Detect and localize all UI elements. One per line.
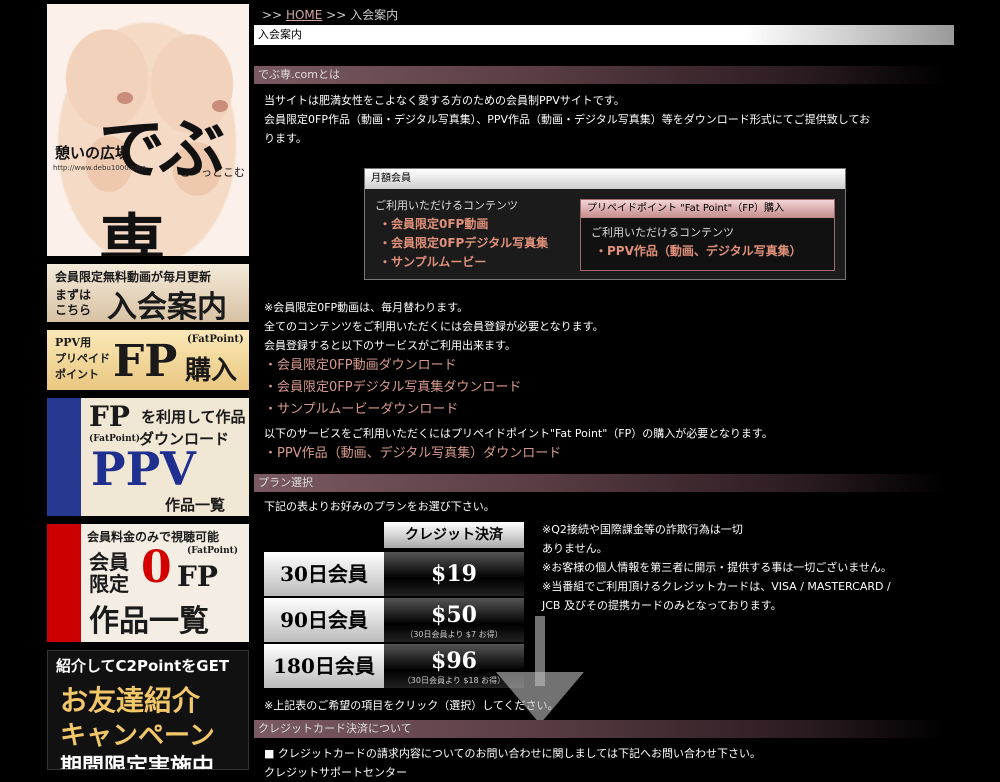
- down-arrow-icon: [496, 672, 584, 724]
- breadcrumb: >> HOME >> 入会案内: [262, 6, 398, 23]
- site-logo-banner[interactable]: でぶ専 憩いの広場 とーっとこむ http://www.debu1000.com: [47, 4, 249, 256]
- fp-contents-label: ご利用いただけるコンテンツ: [591, 226, 734, 239]
- breadcrumb-home-link[interactable]: HOME: [286, 8, 322, 22]
- monthly-box-title: 月額会員: [365, 169, 845, 189]
- friend-referral-banner[interactable]: 紹介してC2PointをGET お友達紹介 キャンペーン 期間限定実施中: [47, 650, 249, 770]
- banner-text: 0: [141, 542, 172, 593]
- plan-term-90: 90日会員: [264, 598, 384, 642]
- plan-savings-note: （30日会員より $7 お得）: [405, 630, 503, 639]
- click-note: ※上記表のご希望の項目をクリック（選択）してください。: [264, 699, 559, 712]
- service-link-photobook[interactable]: ・会員限定0FPデジタル写真集ダウンロード: [264, 377, 944, 399]
- monthly-item: ・サンプルムービー: [379, 255, 487, 269]
- service-link-sample[interactable]: ・サンプルムービーダウンロード: [264, 399, 944, 421]
- banner-text: こちら: [55, 303, 92, 317]
- plan-price: $19: [431, 561, 477, 587]
- logo-left-text: 憩いの広場: [55, 144, 131, 162]
- info-text: ※会員限定0FP動画は、毎月替わります。 全てのコンテンツをご利用いただくには会…: [264, 298, 944, 465]
- plan-term-180: 180日会員: [264, 644, 384, 688]
- banner-text: FP: [177, 560, 218, 593]
- breadcrumb-prefix: >>: [262, 8, 283, 22]
- banner-text: を利用して作品: [141, 408, 246, 426]
- plan-note-line: JCB 及びその提携カードのみとなっております。: [542, 599, 782, 612]
- about-line: 会員限定0FP作品（動画・デジタル写真集）、PPV作品（動画・デジタル写真集）等…: [264, 113, 871, 126]
- service-link-ppv[interactable]: ・PPV作品（動画、デジタル写真集）ダウンロード: [264, 443, 944, 465]
- sidebar: でぶ専 憩いの広場 とーっとこむ http://www.debu1000.com…: [47, 4, 249, 770]
- service-link-video[interactable]: ・会員限定0FP動画ダウンロード: [264, 355, 944, 377]
- banner-text: 紹介してC2PointをGET: [56, 657, 230, 675]
- banner-text: (FatPoint): [187, 334, 244, 345]
- monthly-item: ・会員限定0FP動画: [379, 217, 489, 231]
- banner-text: 入会案内: [107, 290, 227, 322]
- credit-line: ■ クレジットカードの請求内容についてのお問い合わせに関しましては下記へお問い合…: [264, 747, 762, 760]
- about-text: 当サイトは肥満女性をこよなく愛する方のための会員制PPVサイトです。 会員限定0…: [264, 91, 944, 148]
- fp-box-title: プリペイドポイント "Fat Point"（FP）購入: [581, 200, 834, 218]
- monthly-item: ・会員限定0FPデジタル写真集: [379, 236, 549, 250]
- about-line: 当サイトは肥満女性をこよなく愛する方のための会員制PPVサイトです。: [264, 94, 625, 107]
- fp-item: ・PPV作品（動画、デジタル写真集）: [595, 244, 802, 258]
- about-line: ります。: [264, 132, 307, 145]
- plan-term-30: 30日会員: [264, 552, 384, 596]
- section-heading-plan: プラン選択: [254, 474, 944, 492]
- banner-text: キャンペーン: [60, 721, 215, 751]
- plan-price-30-button[interactable]: $19: [384, 552, 524, 596]
- banner-text: ポイント: [55, 368, 99, 381]
- credit-line: クレジットサポートセンター: [264, 766, 407, 779]
- banner-text: (FatPoint): [187, 546, 239, 556]
- plan-price: $50: [431, 602, 477, 628]
- banner-text: FP: [89, 400, 130, 433]
- logo-sub-text: とーっとこむ: [179, 166, 245, 179]
- section-heading-about: でぶ専.comとは: [254, 66, 944, 84]
- banner-text: PPV用: [55, 336, 92, 349]
- breadcrumb-current: 入会案内: [350, 8, 399, 22]
- info-line: 以下のサービスをご利用いただくにはプリペイドポイント"Fat Point"（FP…: [264, 427, 773, 440]
- page-title: 入会案内: [254, 25, 954, 45]
- banner-text: お友達紹介: [60, 684, 201, 717]
- monthly-contents-label: ご利用いただけるコンテンツ: [375, 199, 518, 212]
- monthly-member-box: 月額会員 ご利用いただけるコンテンツ ・会員限定0FP動画 ・会員限定0FPデジ…: [364, 168, 846, 280]
- plan-note-line: ※当番組でご利用頂けるクレジットカードは、VISA / MASTERCARD /: [542, 580, 891, 593]
- banner-text: PPV: [91, 442, 196, 496]
- plan-note-line: ※Q2接続や国際課金等の詐欺行為は一切: [542, 523, 743, 536]
- section-heading-credit: クレジットカード決済について: [254, 720, 944, 738]
- plan-column-header: クレジット決済: [384, 522, 524, 548]
- banner-text: 期間限定実施中: [60, 754, 215, 770]
- banner-text: 作品一覧: [89, 604, 209, 639]
- credit-text: ■ クレジットカードの請求内容についてのお問い合わせに関しましては下記へお問い合…: [264, 744, 944, 782]
- breadcrumb-separator: >>: [326, 8, 347, 22]
- info-line: ※会員限定0FP動画は、毎月替わります。: [264, 301, 469, 314]
- plan-table: クレジット決済 30日会員 $19 90日会員 $50 （30日会員より $7 …: [264, 522, 524, 688]
- fp-purchase-banner[interactable]: PPV用 プリペイド ポイント FP (FatPoint) 購入: [47, 330, 249, 390]
- banner-text: 購入: [185, 356, 238, 386]
- join-guide-banner[interactable]: 会員限定無料動画が毎月更新 まずは こちら 入会案内: [47, 264, 249, 322]
- plan-intro: 下記の表よりお好みのプランをお選び下さい。: [264, 500, 495, 513]
- plan-price: $96: [431, 648, 477, 674]
- info-line: 会員登録すると以下のサービスがご利用出来ます。: [264, 339, 516, 352]
- ppv-list-banner[interactable]: FP を利用して作品 (FatPoint) ダウンロード PPV 作品一覧: [47, 398, 249, 516]
- info-line: 全てのコンテンツをご利用いただくには会員登録が必要となります。: [264, 320, 604, 333]
- plan-note-line: ありません。: [542, 542, 608, 555]
- plan-notes: ※Q2接続や国際課金等の詐欺行為は一切 ありません。 ※お客様の個人情報を第三者…: [542, 520, 942, 615]
- banner-text: プリペイド: [55, 352, 110, 365]
- banner-text: FP: [113, 336, 178, 387]
- logo-url-text: http://www.debu1000.com: [53, 164, 146, 172]
- plan-price-90-button[interactable]: $50 （30日会員より $7 お得）: [384, 598, 524, 642]
- zero-fp-list-banner[interactable]: 会員料金のみで視聴可能 会員 限定 0 FP (FatPoint) 作品一覧: [47, 524, 249, 642]
- banner-text: 限定: [89, 572, 129, 596]
- fp-purchase-box: プリペイドポイント "Fat Point"（FP）購入 ご利用いただけるコンテン…: [580, 199, 835, 271]
- banner-text: 作品一覧: [165, 496, 226, 514]
- plan-note-line: ※お客様の個人情報を第三者に開示・提供する事は一切ございません。: [542, 561, 892, 574]
